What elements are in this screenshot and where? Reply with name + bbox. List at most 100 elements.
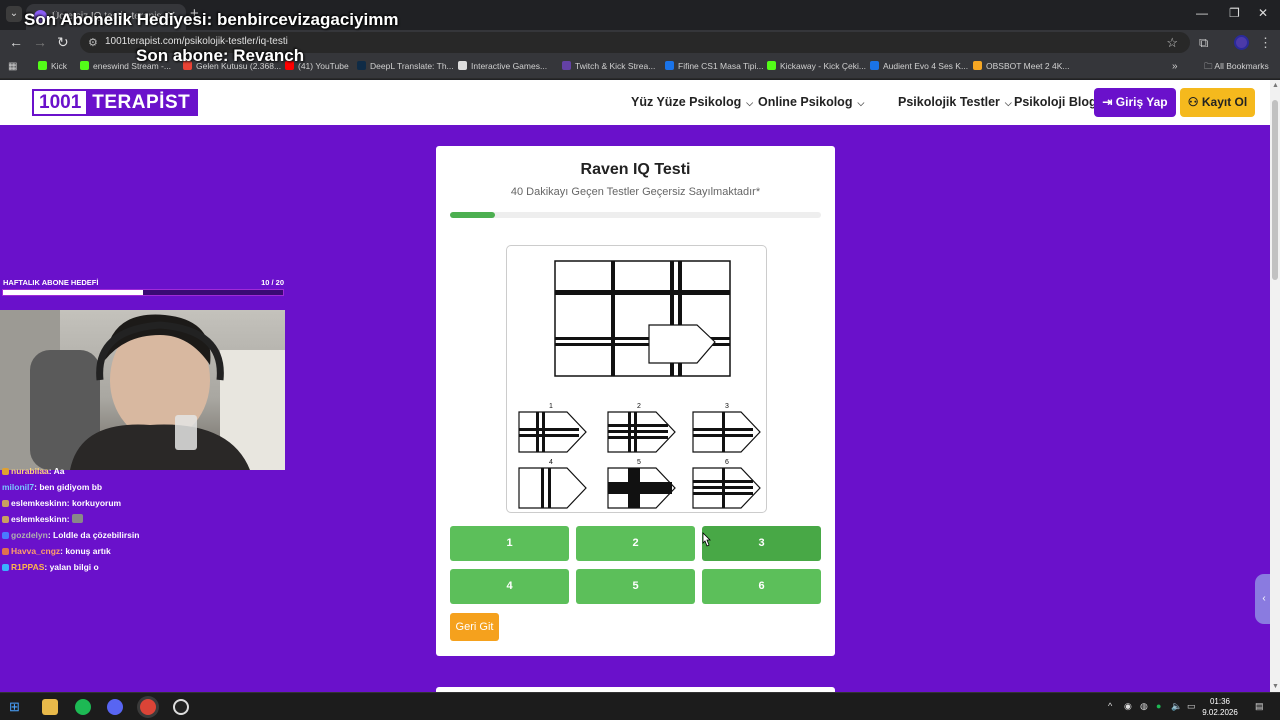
bookmark-item[interactable]: Kickaway - Kick Çeki...	[767, 61, 866, 71]
spotify-icon[interactable]	[75, 699, 91, 715]
answer-button-3[interactable]: 3	[702, 526, 821, 561]
scroll-up-icon[interactable]: ▲	[1272, 82, 1279, 89]
bookmark-label: Interactive Games...	[471, 61, 548, 71]
bookmark-favicon-icon	[767, 61, 776, 70]
nav-label: Online Psikolog	[758, 95, 853, 109]
chat-text: : Loldle da çözebilirsin	[47, 530, 140, 540]
menu-icon[interactable]: ⋮	[1259, 35, 1272, 51]
chat-emote-icon	[71, 514, 83, 523]
bookmark-label: DeepL Translate: Th...	[370, 61, 454, 71]
mouse-cursor-icon	[702, 532, 711, 547]
bookmark-item[interactable]: Interactive Games...	[458, 61, 547, 71]
notification-icon[interactable]: ▤	[1255, 701, 1264, 712]
taskbar-clock[interactable]: 01:36 9.02.2026	[1196, 696, 1244, 718]
folder-icon: 🗀	[1204, 61, 1215, 71]
option-figure-3	[692, 411, 761, 453]
bookmarks-overflow-icon[interactable]: »	[1172, 61, 1178, 72]
option-number: 3	[725, 403, 729, 410]
back-icon[interactable]: ←	[9, 34, 23, 50]
bookmark-favicon-icon	[38, 61, 47, 70]
option-number: 4	[549, 459, 553, 466]
bookmark-item[interactable]: Twitch & Kick Strea...	[562, 61, 655, 71]
tab-search-button[interactable]: ⌄	[6, 6, 22, 22]
streamer-webcam-image	[0, 310, 285, 470]
goal-bar-fill	[3, 290, 143, 295]
chat-badge-icon	[2, 532, 9, 539]
discord-icon[interactable]	[107, 699, 123, 715]
maximize-icon[interactable]: ❐	[1229, 6, 1240, 20]
webcam-feed	[0, 310, 285, 470]
bookmark-favicon-icon	[80, 61, 89, 70]
minimize-icon[interactable]: —	[1196, 6, 1208, 20]
bookmark-favicon-icon	[357, 61, 366, 70]
volume-icon[interactable]: 🔈	[1171, 701, 1182, 712]
spotify-tray-icon[interactable]: ●	[1156, 701, 1161, 711]
chrome-icon[interactable]	[140, 699, 156, 715]
discord-tray-icon[interactable]: ◍	[1140, 701, 1148, 712]
steam-tray-icon[interactable]: ◉	[1124, 701, 1132, 712]
bookmark-item[interactable]: Audient Evo 4 Ses K...	[870, 61, 968, 71]
test-card: Raven IQ Testi 40 Dakikayı Geçen Testler…	[436, 146, 835, 656]
answer-grid: 1 2 3 4 5 6	[450, 526, 822, 604]
option-number: 6	[725, 459, 729, 466]
bookmark-item[interactable]: OBSBOT Meet 2 4K...	[973, 61, 1069, 71]
stream-chat: nurabilaa: Aa milonil7: ben gidiyom bb e…	[2, 466, 302, 578]
chat-badge-icon	[2, 468, 9, 475]
side-panel-toggle-icon[interactable]: ‹	[1255, 574, 1270, 624]
answer-button-6[interactable]: 6	[702, 569, 821, 604]
profile-avatar[interactable]	[1234, 35, 1249, 50]
chat-message: eslemkeskinn: korkuyorum	[2, 498, 302, 514]
bookmark-item[interactable]: Kick	[38, 61, 67, 71]
site-logo[interactable]: 1001 TERAPİST	[32, 89, 199, 116]
answer-button-2[interactable]: 2	[576, 526, 695, 561]
login-label: Giriş Yap	[1115, 95, 1168, 109]
extensions-icon[interactable]: ⧉	[1199, 35, 1208, 51]
answer-button-1[interactable]: 1	[450, 526, 569, 561]
bookmark-label: Fifine CS1 Masa Tipi...	[678, 61, 764, 71]
back-button[interactable]: Geri Git	[450, 613, 499, 641]
answer-button-5[interactable]: 5	[576, 569, 695, 604]
goal-count: 10 / 20	[261, 278, 284, 287]
register-button[interactable]: ⚇ Kayıt Ol	[1180, 88, 1255, 117]
tray-chevron-icon[interactable]: ^	[1108, 701, 1112, 711]
bookmark-label: Kick	[51, 61, 68, 71]
file-explorer-icon[interactable]	[42, 699, 58, 715]
all-bookmarks-label: All Bookmarks	[1214, 61, 1269, 71]
close-window-icon[interactable]: ✕	[1258, 6, 1268, 20]
login-button[interactable]: ⇥ Giriş Yap	[1094, 88, 1176, 117]
nav-tests[interactable]: Psikolojik Testler ⌵	[898, 95, 1012, 109]
chat-message: Havva_cngz: konuş artık	[2, 546, 302, 562]
page-scrollbar[interactable]: ▲ ▼	[1270, 80, 1280, 692]
chat-badge-icon	[2, 548, 9, 555]
apps-icon[interactable]: ▦	[8, 61, 17, 72]
scrollbar-thumb[interactable]	[1272, 100, 1278, 280]
bookmark-item[interactable]: Fifine CS1 Masa Tipi...	[665, 61, 764, 71]
chat-text: : Aa	[48, 466, 65, 476]
chat-badge-icon	[2, 564, 9, 571]
option-number: 1	[549, 403, 553, 410]
all-bookmarks[interactable]: 🗀 All Bookmarks	[1204, 61, 1269, 75]
bookmark-star-icon[interactable]: ☆	[1166, 35, 1178, 51]
forward-icon[interactable]: →	[33, 34, 47, 50]
bookmark-label: Audient Evo 4 Ses K...	[883, 61, 969, 71]
option-figure-6	[692, 467, 761, 509]
nav-online[interactable]: Online Psikolog ⌵	[758, 95, 864, 109]
reload-icon[interactable]: ↻	[57, 34, 69, 51]
windows-start-icon[interactable]: ⊞	[9, 699, 25, 715]
network-icon[interactable]: ▭	[1187, 701, 1196, 712]
obs-icon[interactable]	[173, 699, 189, 715]
logo-number: 1001	[34, 91, 87, 114]
answer-button-4[interactable]: 4	[450, 569, 569, 604]
bookmark-label: Kickaway - Kick Çeki...	[780, 61, 866, 71]
nav-face-to-face[interactable]: Yüz Yüze Psikolog ⌵	[631, 95, 753, 109]
chat-username: R1PPAS	[11, 562, 45, 572]
chat-text: : korkuyorum	[66, 498, 122, 508]
nav-blog[interactable]: Psikoloji Blog	[1014, 95, 1097, 109]
scroll-down-icon[interactable]: ▼	[1272, 683, 1279, 690]
nav-label: Psikolojik Testler	[898, 95, 1000, 109]
bookmark-item[interactable]: DeepL Translate: Th...	[357, 61, 454, 71]
chat-username: eslemkeskinn	[11, 498, 67, 508]
goal-label: HAFTALIK ABONE HEDEFİ	[3, 278, 99, 287]
site-info-icon[interactable]: ⚙	[88, 36, 98, 49]
goal-bar	[2, 289, 284, 296]
